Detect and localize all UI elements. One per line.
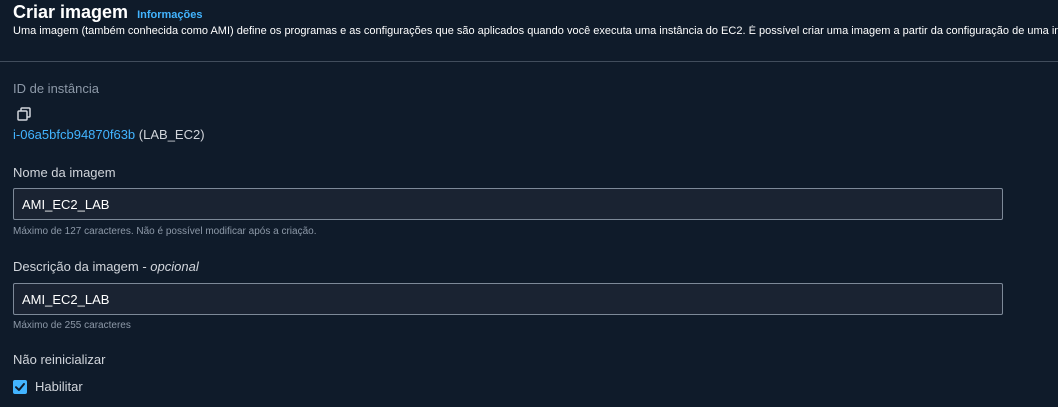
instance-id-label: ID de instância (13, 81, 99, 96)
title-row: Criar imagem Informações (13, 2, 202, 23)
copy-icon[interactable] (17, 107, 31, 121)
page-title: Criar imagem (13, 2, 129, 22)
instance-name: (LAB_EC2) (138, 127, 205, 142)
image-description-label-text: Descrição da imagem - (13, 259, 151, 274)
enable-checkbox[interactable] (13, 380, 27, 394)
enable-checkbox-label[interactable]: Habilitar (35, 379, 83, 394)
image-name-hint: Máximo de 127 caracteres. Não é possível… (13, 226, 317, 237)
image-description-input[interactable] (13, 283, 1003, 315)
image-name-input[interactable] (13, 188, 1003, 220)
page-header: Criar imagem Informações Uma imagem (tam… (0, 0, 1058, 62)
optional-label: opcional (150, 259, 199, 274)
instance-id-link[interactable]: i-06a5bfcb94870f63b (13, 127, 135, 142)
page-description: Uma imagem (também conhecida como AMI) d… (13, 25, 1058, 37)
no-reboot-label: Não reinicializar (13, 352, 106, 367)
info-link[interactable]: Informações (137, 9, 202, 21)
check-icon (15, 383, 25, 391)
image-name-label: Nome da imagem (13, 165, 116, 180)
instance-row: i-06a5bfcb94870f63b (LAB_EC2) (13, 127, 205, 142)
image-description-label: Descrição da imagem - opcional (13, 259, 199, 274)
image-description-hint: Máximo de 255 caracteres (13, 320, 131, 331)
